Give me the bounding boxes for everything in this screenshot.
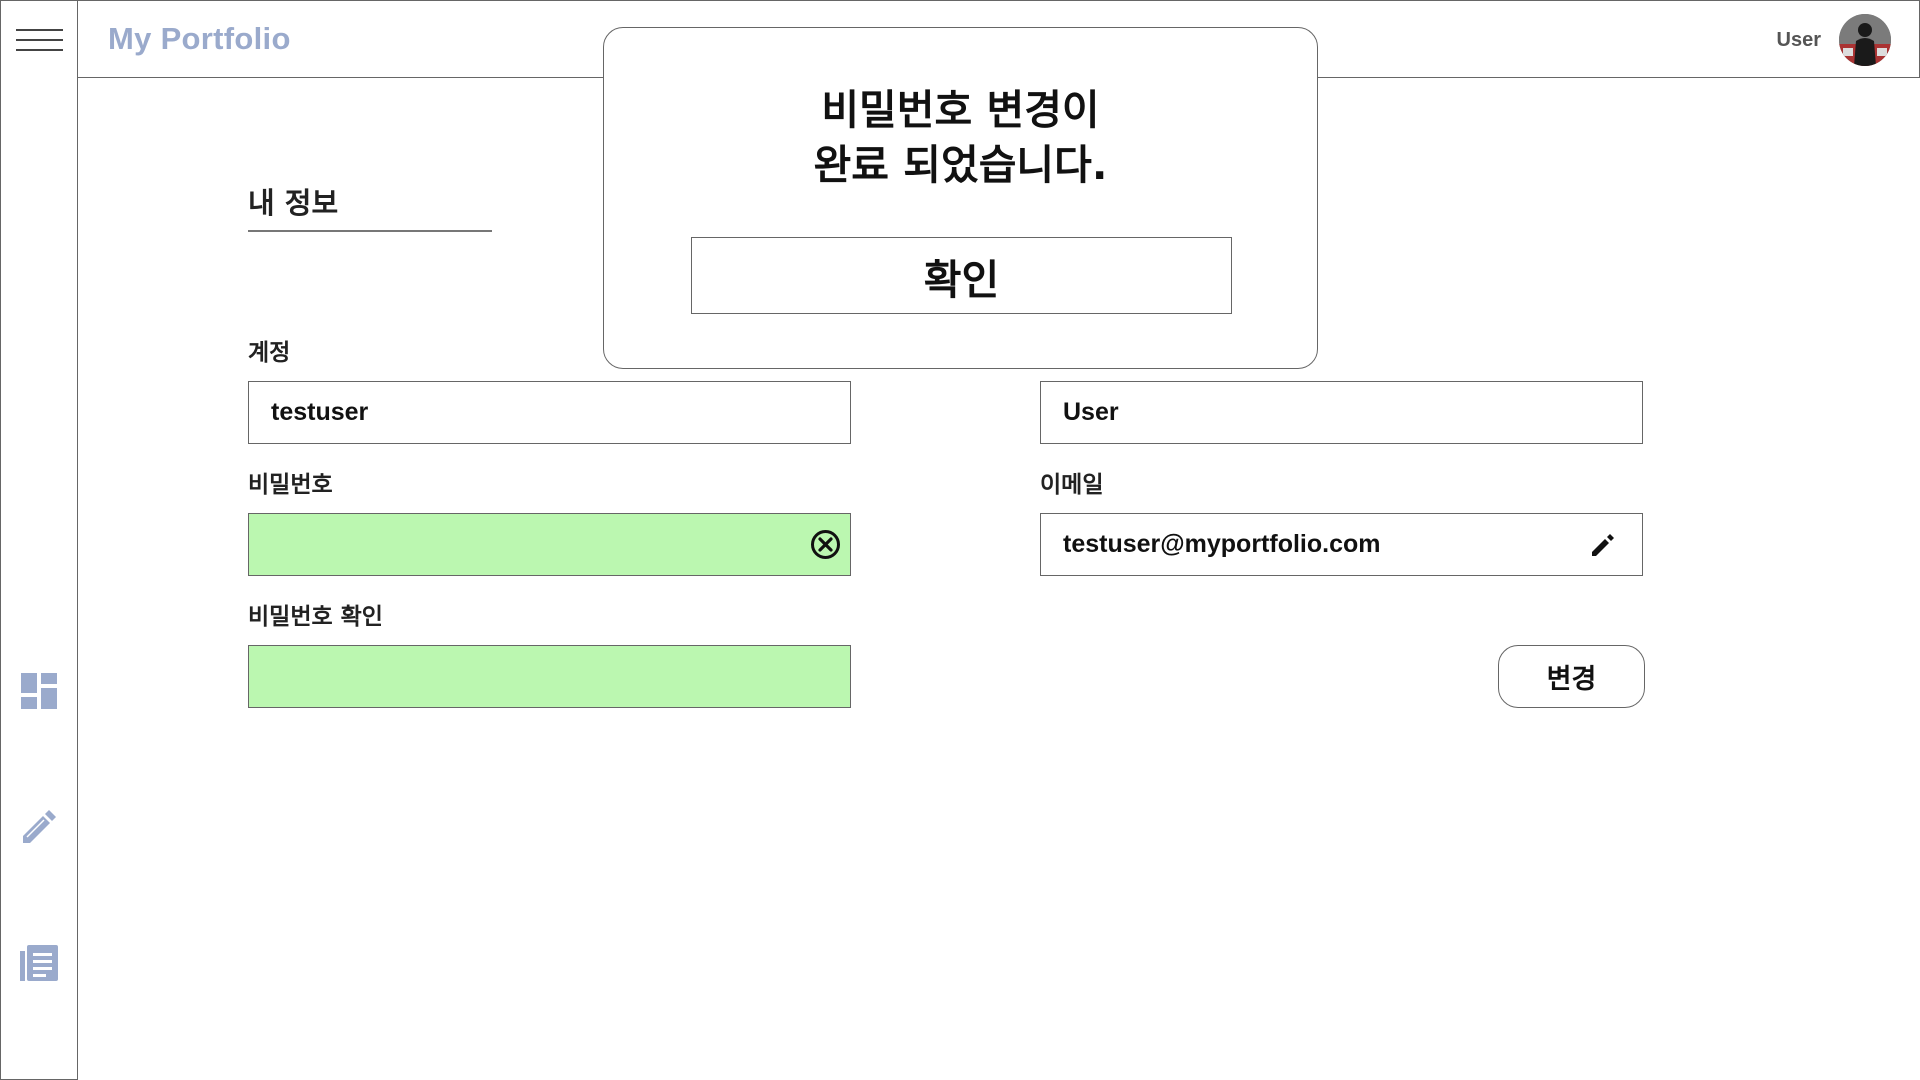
- dashboard-icon[interactable]: [19, 671, 59, 711]
- menu-icon[interactable]: [16, 27, 63, 53]
- brand-logo-text[interactable]: My Portfolio: [108, 21, 291, 57]
- avatar[interactable]: [1839, 14, 1891, 66]
- clear-icon[interactable]: [809, 528, 842, 561]
- modal-message-line2: 완료 되었습니다.: [813, 141, 1108, 189]
- email-label: 이메일: [1040, 472, 1104, 498]
- modal-message: 비밀번호 변경이 완료 되었습니다.: [604, 83, 1317, 193]
- password-label: 비밀번호: [248, 472, 333, 498]
- sidebar: [0, 0, 78, 1080]
- modal-ok-button[interactable]: 확인: [691, 237, 1232, 314]
- password-confirm-label: 비밀번호 확인: [248, 604, 383, 630]
- pencil-icon[interactable]: [19, 806, 59, 846]
- password-field[interactable]: [248, 513, 851, 576]
- edit-pencil-icon[interactable]: [1589, 531, 1617, 559]
- confirmation-modal: 비밀번호 변경이 완료 되었습니다. 확인: [603, 27, 1318, 369]
- password-confirm-field[interactable]: [248, 645, 851, 708]
- name-field[interactable]: User: [1040, 381, 1643, 444]
- account-label: 계정: [248, 340, 291, 366]
- user-name: User: [1776, 29, 1821, 51]
- change-button[interactable]: 변경: [1498, 645, 1645, 708]
- modal-message-line1: 비밀번호 변경이: [821, 86, 1100, 134]
- account-field[interactable]: testuser: [248, 381, 851, 444]
- article-icon[interactable]: [19, 943, 59, 983]
- email-value: testuser@myportfolio.com: [1063, 530, 1381, 558]
- section-divider: [248, 230, 492, 232]
- email-field[interactable]: testuser@myportfolio.com: [1040, 513, 1643, 576]
- section-title: 내 정보: [248, 186, 339, 220]
